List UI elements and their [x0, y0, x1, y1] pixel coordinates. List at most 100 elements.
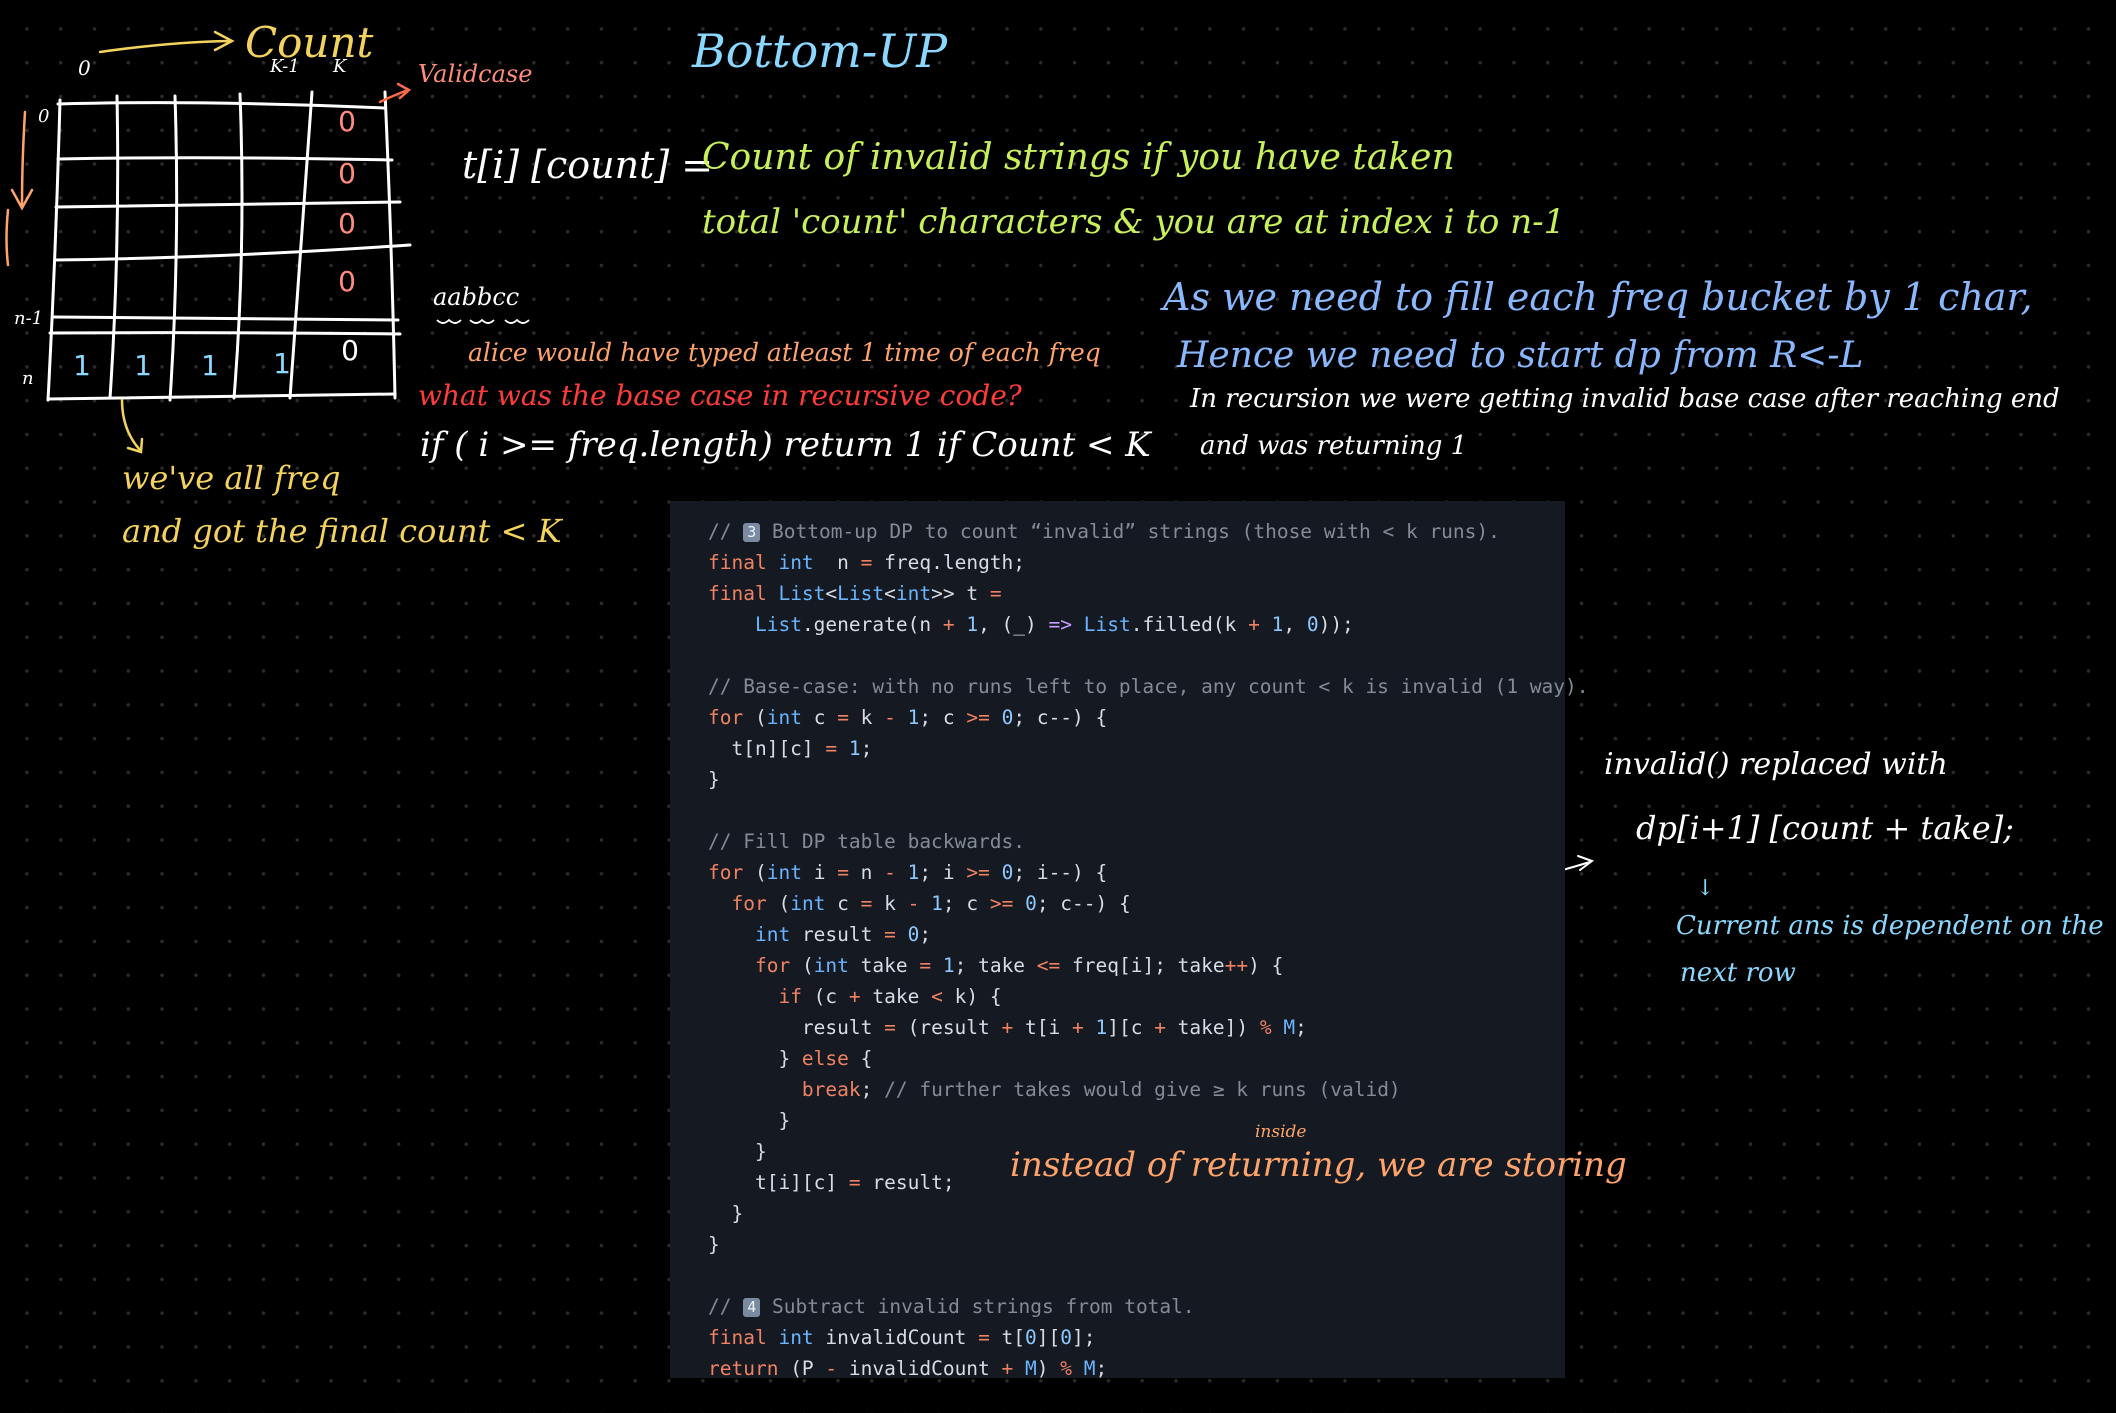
code-token: >=	[966, 706, 990, 729]
code-token: (	[743, 861, 767, 884]
code-token: 1	[895, 861, 920, 884]
code-line: t[n][c] = 1;	[708, 733, 1565, 764]
code-token: result;	[860, 1171, 955, 1194]
code-line: }	[708, 764, 1565, 795]
code-token: .filled(k	[1130, 613, 1249, 636]
grid-note-line2: and got the final count < K	[122, 512, 562, 550]
code-token: +	[1154, 1016, 1166, 1039]
right-note-line4: and was returning 1	[1200, 431, 1468, 461]
storing-note: instead of returning, we are storing	[1010, 1145, 1627, 1185]
code-token: ,	[1283, 613, 1307, 636]
code-token: <	[825, 582, 838, 605]
code-token: ; c--) {	[1013, 706, 1108, 729]
code-token: 0	[1060, 1326, 1073, 1349]
code-token: =	[989, 582, 1002, 605]
grid-cell: 1	[201, 349, 219, 382]
grid-cell: 0	[338, 207, 356, 240]
code-token: ; c	[919, 706, 967, 729]
grid-note-line1: we've all freq	[122, 459, 341, 497]
code-token: int	[895, 582, 932, 605]
code-token: ; i	[919, 861, 967, 884]
code-line: if (c + take < k) {	[708, 981, 1565, 1012]
right-note-line3: In recursion we were getting invalid bas…	[1190, 384, 2060, 414]
code-line: for (int i = n - 1; i >= 0; i--) {	[708, 857, 1565, 888]
grid-cell: 1	[134, 349, 152, 382]
code-token: %	[1060, 1357, 1073, 1380]
code-token: +	[1248, 613, 1260, 636]
code-line: for (int c = k - 1; c >= 0; c--) {	[708, 702, 1565, 733]
code-token: // Fill DP table backwards.	[708, 830, 1025, 853]
code-token: t[i][c]	[708, 1171, 849, 1194]
code-token: ++	[1224, 954, 1249, 977]
code-line: for (int c = k - 1; c >= 0; c--) {	[708, 888, 1565, 919]
code-token: (P	[778, 1357, 826, 1380]
code-token: int	[790, 892, 826, 915]
grid-cell: 0	[338, 265, 356, 298]
right-note-line2: Hence we need to start dp from R<-L	[1177, 335, 1864, 376]
code-token: =	[825, 737, 838, 760]
code-token: 0	[989, 706, 1014, 729]
grid-cell: 0	[338, 105, 356, 138]
definition-line1: Count of invalid strings if you have tak…	[702, 137, 1455, 178]
code-line: // 4 Subtract invalid strings from total…	[708, 1291, 1565, 1322]
code-token: 0	[895, 923, 920, 946]
code-token: final	[708, 1326, 779, 1349]
code-token: )	[1036, 1357, 1061, 1380]
code-token: 1	[1259, 613, 1284, 636]
code-token: return	[708, 1357, 779, 1380]
code-token: +	[1001, 1016, 1014, 1039]
code-token: take	[848, 954, 920, 977]
code-token: (	[743, 706, 767, 729]
code-token: freq.length;	[872, 551, 1026, 574]
code-token: int	[778, 1326, 814, 1349]
code-token: -	[825, 1357, 838, 1380]
code-token: else	[801, 1047, 849, 1070]
code-token: List	[778, 582, 826, 605]
code-line: final int n = freq.length;	[708, 547, 1565, 578]
example-string: aabbcc	[433, 283, 520, 311]
code-token: (	[766, 892, 791, 915]
code-token: -	[884, 706, 896, 729]
code-line: final List<List<int>> t =	[708, 578, 1565, 609]
code-token: final	[708, 551, 779, 574]
code-token: 1	[919, 892, 943, 915]
code-token: List	[1072, 613, 1131, 636]
code-token: //	[708, 1295, 744, 1318]
code-token: freq[i]; take	[1060, 954, 1225, 977]
code-token: <	[884, 582, 896, 605]
code-token: Bottom-up DP to count “invalid” strings …	[760, 520, 1500, 543]
code-token: n	[848, 861, 885, 884]
code-block: // 3 Bottom-up DP to count “invalid” str…	[670, 501, 1589, 1380]
code-line: }	[708, 1105, 1565, 1136]
code-token: >> t	[931, 582, 990, 605]
valid-case-label: Validcase	[418, 60, 533, 88]
grid-cell: 1	[273, 347, 291, 380]
row-n-minus-1-label: n-1	[14, 308, 44, 329]
code-line: // Base-case: with no runs left to place…	[708, 671, 1589, 702]
code-token: result	[790, 923, 885, 946]
code-token: take])	[1165, 1016, 1260, 1039]
code-token: int	[778, 551, 814, 574]
code-token: 0	[1306, 613, 1319, 636]
grid-cell: 0	[338, 157, 356, 190]
code-line: List.generate(n + 1, (_) => List.filled(…	[708, 609, 1565, 640]
col-zero-label: 0	[78, 56, 91, 80]
code-token: %	[1259, 1016, 1272, 1039]
code-token: ;	[919, 923, 932, 946]
alice-note: alice would have typed atleast 1 time of…	[468, 338, 1101, 367]
code-token: +	[1001, 1357, 1014, 1380]
code-token: ; take	[954, 954, 1037, 977]
code-token: t[	[989, 1326, 1026, 1349]
code-token: =	[884, 923, 896, 946]
code-token: M	[1072, 1357, 1096, 1380]
code-token: List	[754, 613, 802, 636]
code-token: k) {	[942, 985, 1002, 1008]
code-token: <	[931, 985, 943, 1008]
code-token: 0	[989, 861, 1014, 884]
code-token: n	[813, 551, 861, 574]
code-token: =	[860, 551, 873, 574]
replace-note-arrow: ↓	[1696, 876, 1715, 901]
code-token: t[n][c]	[708, 737, 826, 760]
